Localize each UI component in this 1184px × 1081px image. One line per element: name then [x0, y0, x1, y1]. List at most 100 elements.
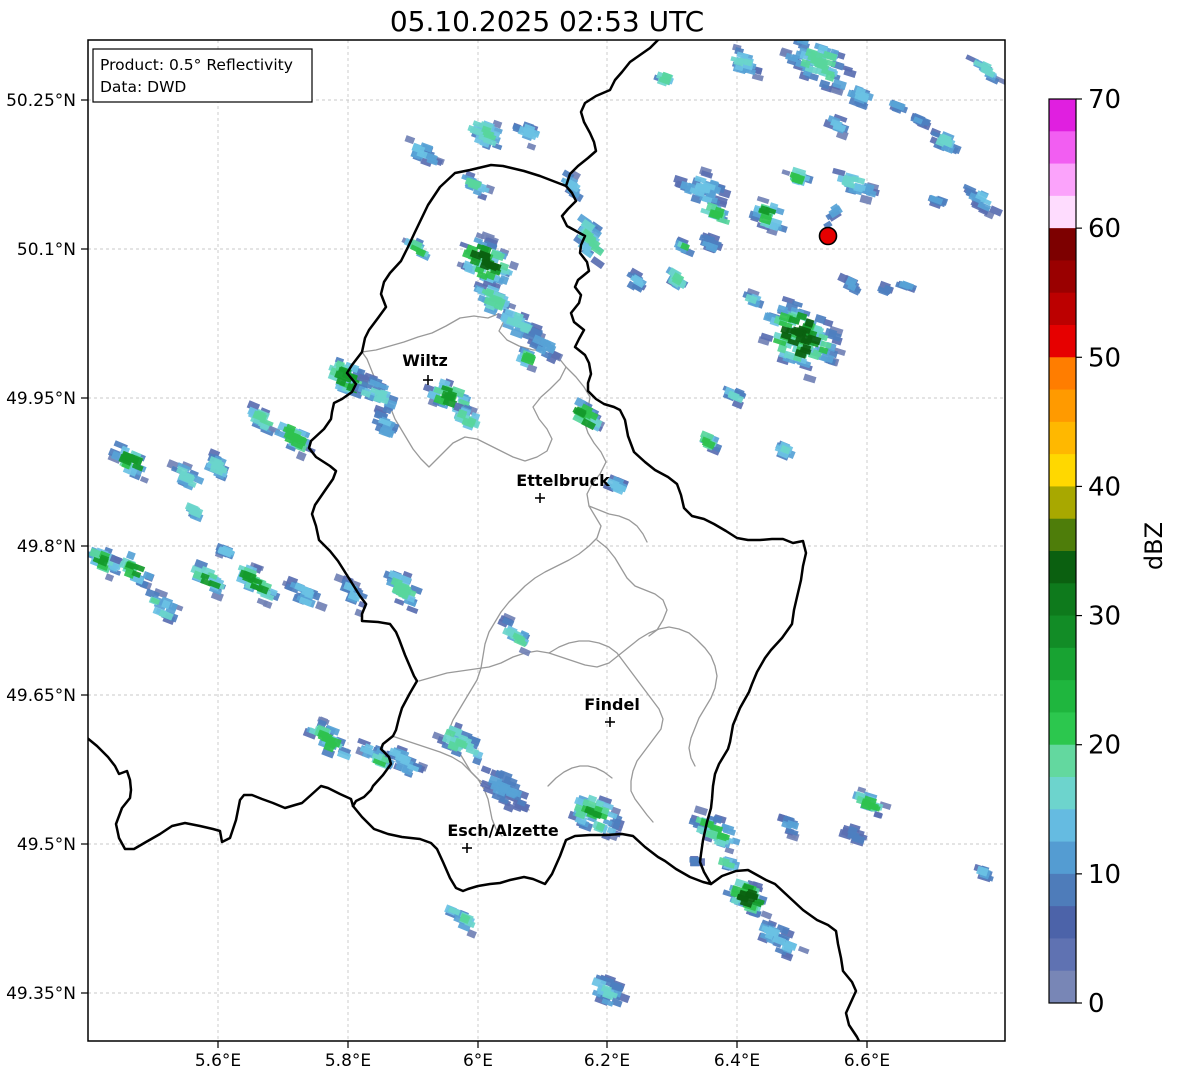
radar-echo-cluster: [698, 232, 724, 254]
city-label: Esch/Alzette: [447, 821, 559, 840]
x-tick-label: 6.6°E: [844, 1051, 890, 1071]
product-info-box: Product: 0.5° Reflectivity Data: DWD: [92, 48, 313, 103]
colorbar-band: [1049, 777, 1076, 810]
radar-echo-cluster: [404, 135, 445, 168]
radar-echo-cluster: [847, 85, 874, 111]
country-border-line: [351, 804, 861, 1041]
y-tick-label: 49.5°N: [17, 835, 76, 855]
colorbar-tick-label: 40: [1088, 472, 1121, 502]
radar-echo-bin: [590, 256, 605, 270]
radar-echo-bin: [797, 945, 810, 955]
radar-echo-cluster: [823, 203, 843, 230]
radar-echo-cluster: [281, 575, 328, 612]
radar-echo-cluster: [910, 112, 932, 131]
city-labels: Wiltz Ettelbruck Findel Esch/Alzette: [402, 351, 640, 853]
radar-echo-bin: [126, 550, 136, 561]
colorbar-tick-label: 10: [1088, 860, 1121, 890]
radar-echo-cluster: [371, 410, 400, 439]
radar-echo-bin: [781, 169, 791, 176]
radar-echo-bin: [693, 805, 709, 816]
radar-echo-cluster: [742, 287, 765, 309]
radar-echo-cluster: [965, 54, 1005, 86]
radar-echo-cluster: [497, 612, 531, 657]
radar-echo-cluster: [461, 170, 495, 201]
colorbar-tick-label: 70: [1088, 85, 1121, 115]
radar-echo-bin: [406, 605, 419, 615]
colorbar-band: [1049, 518, 1076, 552]
radar-echo-cluster: [383, 570, 423, 615]
radar-echo-cluster: [145, 588, 184, 626]
colorbar-axis-label: dBZ: [1140, 522, 1168, 570]
country-border-line: [88, 737, 355, 851]
colorbar-band: [1049, 583, 1076, 617]
radar-echo-bin: [139, 475, 149, 484]
radar-echo-cluster: [832, 167, 880, 205]
radar-echo-cluster: [235, 562, 281, 609]
colorbar-band: [1049, 744, 1076, 778]
radar-echo-bin: [404, 135, 416, 145]
colorbar-tick-label: 0: [1088, 989, 1105, 1019]
colorbar-band: [1049, 228, 1076, 261]
radar-echo-cluster: [973, 863, 994, 883]
y-tick-label: 49.8°N: [17, 537, 76, 557]
radar-echo-cluster: [779, 40, 857, 96]
colorbar-band: [1049, 163, 1076, 197]
radar-figure: 05.10.2025 02:53 UTC Wiltz Ettelbruck Find…: [0, 0, 1184, 1081]
radar-echoes: [88, 40, 1005, 1008]
radar-echo-cluster: [512, 121, 541, 151]
radar-echo-bin: [724, 846, 735, 855]
colorbar-band: [1049, 131, 1076, 165]
radar-echo-cluster: [302, 716, 352, 761]
y-tick-label: 49.95°N: [6, 389, 76, 409]
radar-echo-cluster: [673, 236, 695, 258]
radar-echo-cluster: [107, 440, 149, 484]
city-label: Wiltz: [402, 351, 448, 370]
radar-echo-bin: [689, 857, 700, 863]
radar-echo-cluster: [730, 43, 764, 82]
radar-echo-cluster: [444, 904, 477, 939]
radar-echo-cluster: [757, 910, 810, 962]
x-tick-label: 5.6°E: [195, 1051, 241, 1071]
radar-echo-bin: [508, 260, 519, 271]
radar-echo-cluster: [895, 280, 917, 293]
radar-echo-cluster: [722, 878, 768, 918]
radar-echo-cluster: [573, 213, 605, 270]
x-tick-label: 6°E: [463, 1051, 493, 1071]
colorbar-band: [1049, 906, 1076, 939]
district-borders: [361, 313, 718, 837]
colorbar-band: [1049, 970, 1076, 1004]
radar-echo-cluster: [653, 71, 674, 87]
radar-echo-cluster: [757, 295, 846, 384]
colorbar-band: [1049, 292, 1076, 326]
radar-echo-bin: [526, 142, 537, 151]
colorbar-tick-label: 60: [1088, 214, 1121, 244]
colorbar-band: [1049, 195, 1076, 229]
city-label: Findel: [584, 695, 640, 714]
radar-echo-bin: [315, 600, 328, 612]
colorbar-band: [1049, 873, 1076, 907]
radar-echo-cluster: [166, 459, 205, 491]
colorbar-band: [1049, 809, 1076, 843]
radar-echo-cluster: [431, 721, 484, 766]
radar-echo-cluster: [203, 448, 230, 482]
radar-echo-cluster: [823, 113, 850, 141]
radar-echo-cluster: [888, 99, 909, 114]
data-source-label: Data: DWD: [100, 78, 186, 96]
colorbar-band: [1049, 938, 1076, 972]
radar-echo-cluster: [453, 402, 481, 431]
colorbar-band: [1049, 841, 1076, 875]
radar-echo-cluster: [852, 786, 892, 819]
radar-echo-cluster: [190, 559, 227, 602]
y-axis: 50.25°N 50.1°N 49.95°N 49.8°N 49.65°N 49.5°N 4…: [6, 91, 88, 1004]
y-tick-label: 50.1°N: [17, 240, 76, 260]
y-tick-label: 49.65°N: [6, 686, 76, 706]
colorbar-band: [1049, 260, 1076, 294]
figure-title: 05.10.2025 02:53 UTC: [390, 5, 704, 38]
country-border-line: [564, 40, 660, 188]
colorbar-band: [1049, 615, 1076, 649]
colorbar-band: [1049, 680, 1076, 713]
colorbar-band: [1049, 389, 1076, 423]
radar-echo-cluster: [699, 430, 723, 456]
x-tick-label: 5.8°E: [325, 1051, 371, 1071]
city-label: Ettelbruck: [516, 471, 610, 490]
